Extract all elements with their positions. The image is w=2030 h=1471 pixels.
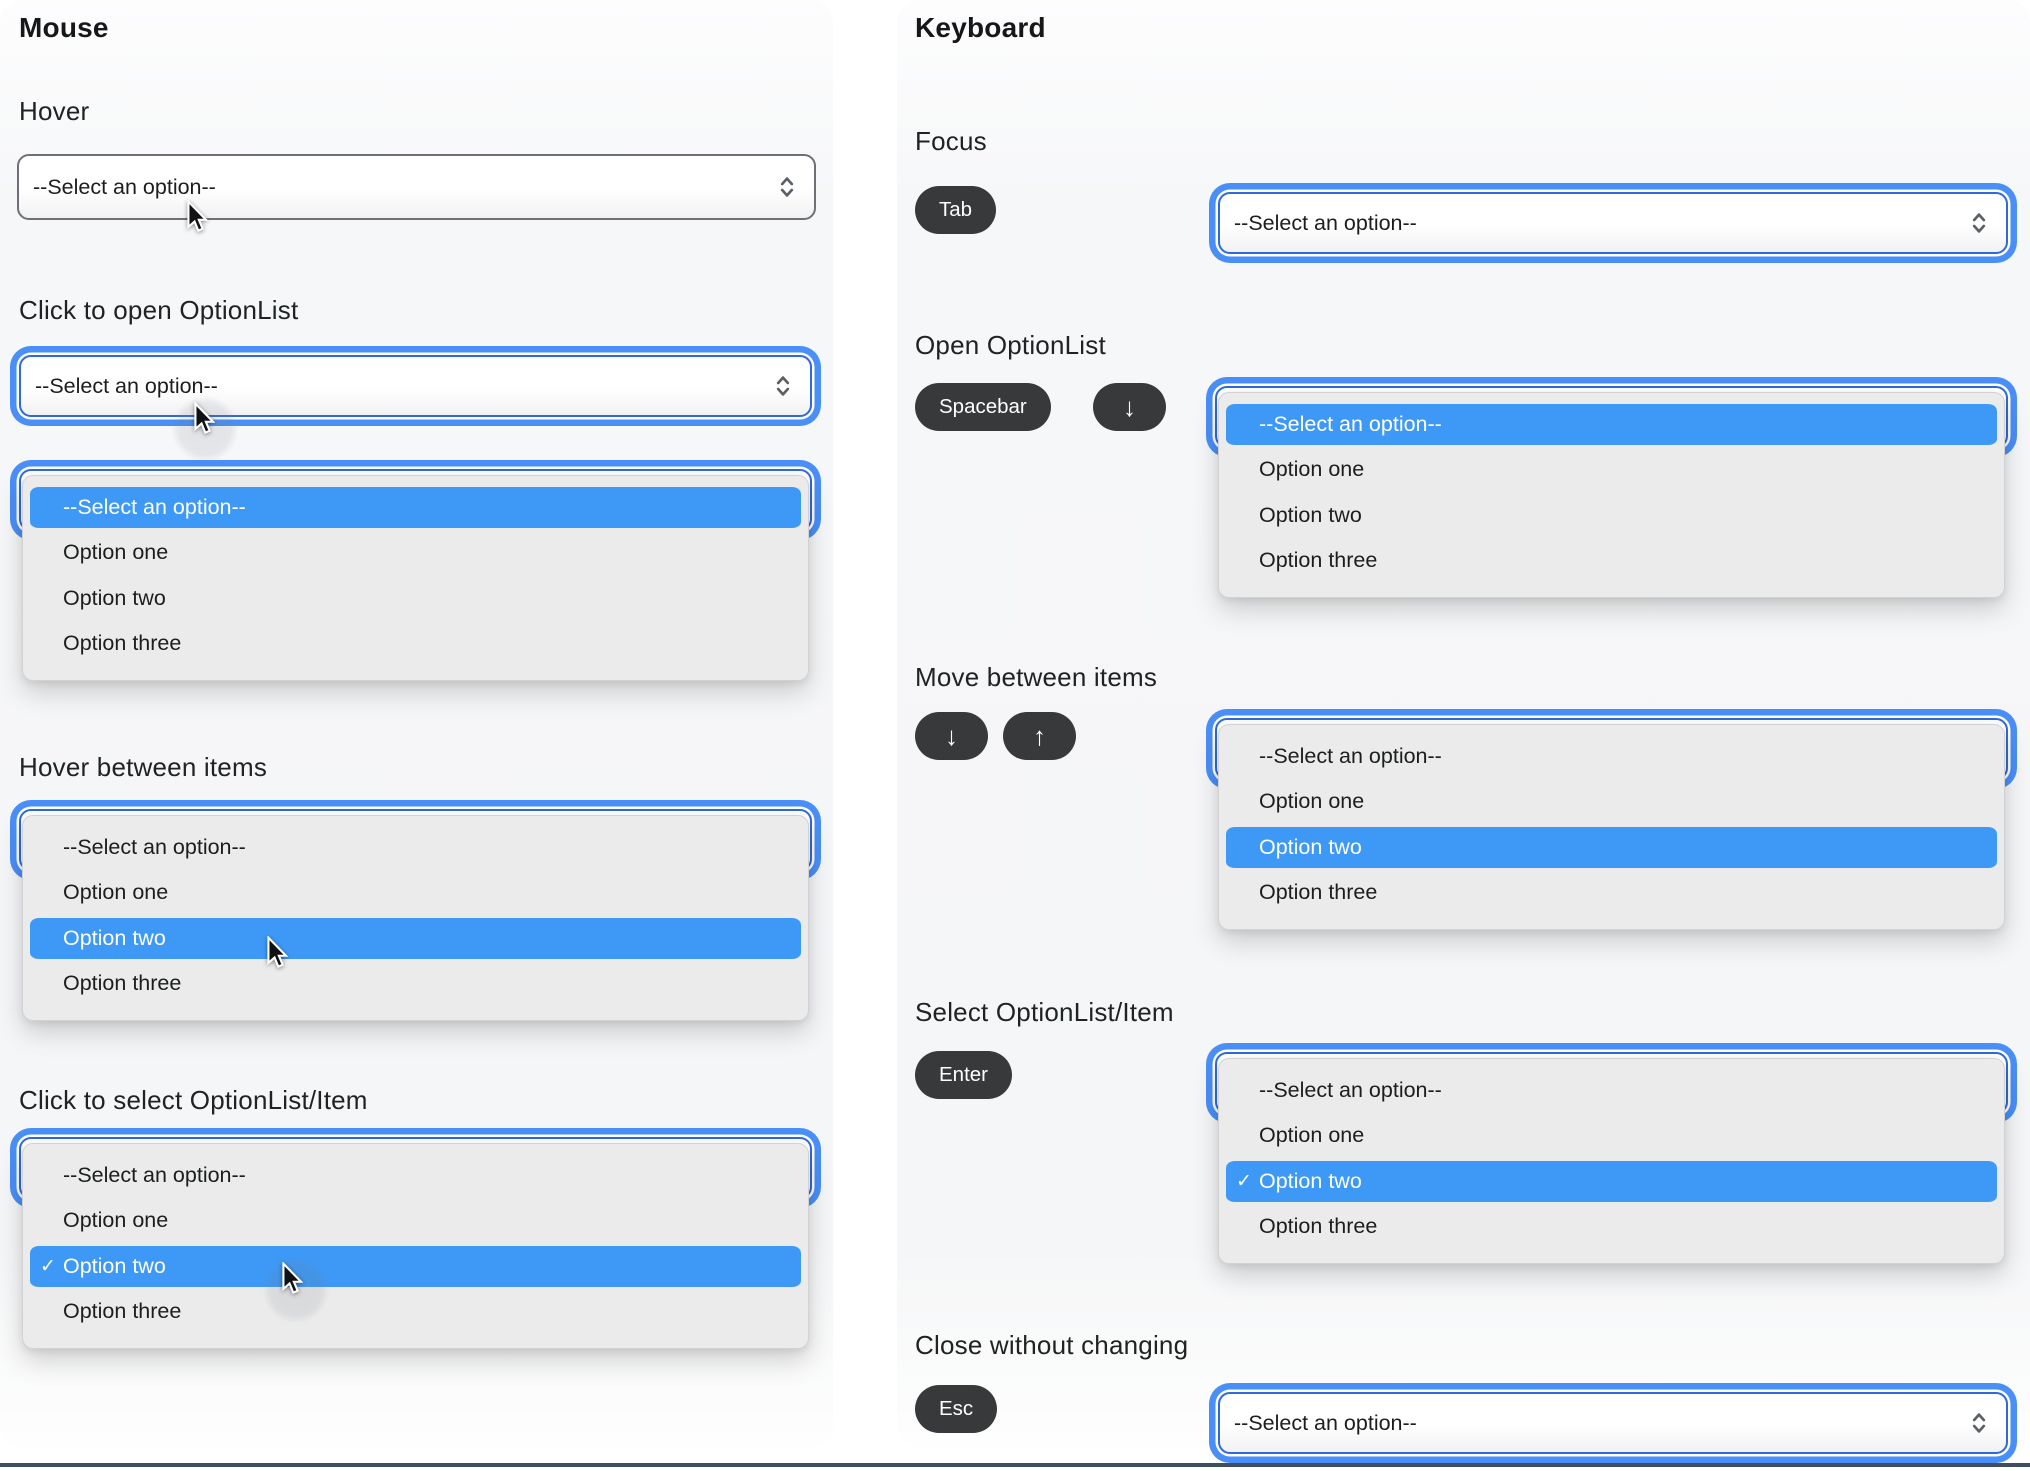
section-label-focus: Focus [915, 126, 987, 156]
mouse-cursor-icon [266, 935, 289, 970]
select-hover-demo[interactable]: --Select an option-- [17, 154, 816, 220]
column-title-keyboard: Keyboard [915, 12, 1046, 43]
optionlist-popup: --Select an option-- Option one Option t… [1206, 709, 2017, 933]
option-two[interactable]: Option two [1226, 825, 1997, 871]
option-two[interactable]: Option two [30, 916, 801, 962]
option-three[interactable]: Option three [1226, 539, 1997, 585]
section-label-open: Open OptionList [915, 330, 1106, 360]
select-focus-demo[interactable]: --Select an option-- [1218, 192, 2008, 254]
option-label: Option three [63, 971, 182, 996]
mouse-cursor-icon [186, 199, 209, 234]
option-label: Option two [1259, 834, 1362, 859]
option-two-selected[interactable]: ✓ Option two [30, 1244, 801, 1290]
key-badge-spacebar: Spacebar [915, 383, 1051, 431]
option-label: Option three [63, 1299, 182, 1324]
option-placeholder[interactable]: --Select an option-- [1226, 1068, 1997, 1114]
select-close-demo[interactable]: --Select an option-- [1218, 1392, 2008, 1454]
option-label: Option three [1259, 548, 1378, 573]
column-title-mouse: Mouse [19, 12, 109, 43]
option-label: --Select an option-- [1259, 411, 1442, 436]
mouse-cursor-icon [193, 401, 216, 436]
option-three[interactable]: Option three [30, 962, 801, 1008]
option-one[interactable]: Option one [1226, 448, 1997, 494]
optionlist-popup: --Select an option-- Option one ✓ Option … [1206, 1043, 2017, 1267]
chevron-updown-icon [1971, 1410, 1987, 1436]
option-placeholder[interactable]: --Select an option-- [1226, 402, 1997, 448]
option-label: --Select an option-- [63, 1162, 246, 1187]
option-label: Option one [63, 1208, 169, 1233]
option-placeholder[interactable]: --Select an option-- [30, 1153, 801, 1199]
select-value: --Select an option-- [1234, 210, 1417, 235]
option-two-selected[interactable]: ✓ Option two [1226, 1159, 1997, 1205]
option-label: Option two [63, 585, 166, 610]
option-two[interactable]: Option two [30, 576, 801, 622]
option-label: Option three [1259, 880, 1378, 905]
section-label-move: Move between items [915, 662, 1158, 692]
checkmark-icon: ✓ [1236, 1170, 1252, 1192]
select-value: --Select an option-- [35, 373, 218, 398]
option-label: Option three [63, 631, 182, 656]
option-one[interactable]: Option one [30, 1199, 801, 1245]
option-placeholder[interactable]: --Select an option-- [30, 825, 801, 871]
optionlist: --Select an option-- Option one Option t… [22, 475, 809, 681]
key-badge-enter: Enter [915, 1051, 1012, 1099]
section-label-click-select: Click to select OptionList/Item [19, 1085, 368, 1115]
key-badge-tab: Tab [915, 186, 997, 234]
option-label: Option one [63, 540, 169, 565]
option-label: Option two [63, 1253, 166, 1278]
section-label-hover: Hover [19, 96, 90, 126]
page: Mouse Hover --Select an option-- Click t… [0, 0, 2030, 1471]
option-three[interactable]: Option three [30, 1290, 801, 1336]
option-label: Option one [63, 880, 169, 905]
key-badge-arrow-down: ↓ [915, 712, 988, 760]
checkmark-icon: ✓ [40, 1255, 56, 1277]
section-label-close: Close without changing [915, 1330, 1189, 1360]
option-one[interactable]: Option one [30, 531, 801, 577]
option-placeholder[interactable]: --Select an option-- [30, 485, 801, 531]
section-label-hover-items: Hover between items [19, 752, 268, 782]
optionlist-popup: --Select an option-- Option one ✓ Option … [10, 1128, 821, 1352]
section-label-select-item: Select OptionList/Item [915, 997, 1174, 1027]
key-badge-esc: Esc [915, 1385, 998, 1433]
option-one[interactable]: Option one [1226, 1114, 1997, 1160]
optionlist-popup: --Select an option-- Option one Option t… [10, 460, 821, 684]
option-label: --Select an option-- [63, 494, 246, 519]
option-label: Option two [63, 925, 166, 950]
optionlist: --Select an option-- Option one ✓ Option … [22, 1143, 809, 1349]
chevron-updown-icon [1971, 210, 1987, 236]
option-three[interactable]: Option three [1226, 871, 1997, 917]
chevron-updown-icon [775, 373, 791, 399]
option-label: Option two [1259, 1168, 1362, 1193]
option-three[interactable]: Option three [1226, 1205, 1997, 1251]
option-three[interactable]: Option three [30, 622, 801, 668]
option-two[interactable]: Option two [1226, 493, 1997, 539]
option-label: Option two [1259, 502, 1362, 527]
option-one[interactable]: Option one [30, 871, 801, 917]
chevron-updown-icon [779, 174, 795, 200]
select-value: --Select an option-- [1234, 1410, 1417, 1435]
option-label: Option one [1259, 1123, 1365, 1148]
option-label: Option one [1259, 789, 1365, 814]
option-label: --Select an option-- [63, 834, 246, 859]
select-click-open-demo[interactable]: --Select an option-- [19, 355, 812, 417]
optionlist: --Select an option-- Option one Option t… [22, 815, 809, 1021]
key-badge-arrow-up: ↑ [1003, 712, 1076, 760]
optionlist-popup: --Select an option-- Option one Option t… [10, 800, 821, 1024]
option-label: --Select an option-- [1259, 1077, 1442, 1102]
optionlist: --Select an option-- Option one Option t… [1218, 724, 2005, 930]
optionlist: --Select an option-- Option one Option t… [1218, 392, 2005, 598]
optionlist-popup: --Select an option-- Option one Option t… [1206, 377, 2017, 601]
mouse-cursor-icon [281, 1261, 304, 1296]
table-bottom-border [0, 1463, 2030, 1467]
optionlist: --Select an option-- Option one ✓ Option … [1218, 1058, 2005, 1264]
section-label-click-open: Click to open OptionList [19, 295, 299, 325]
option-placeholder[interactable]: --Select an option-- [1226, 734, 1997, 780]
option-label: Option one [1259, 457, 1365, 482]
option-label: --Select an option-- [1259, 743, 1442, 768]
option-label: Option three [1259, 1214, 1378, 1239]
key-badge-arrow-down: ↓ [1093, 383, 1166, 431]
select-value: --Select an option-- [33, 174, 216, 199]
option-one[interactable]: Option one [1226, 780, 1997, 826]
